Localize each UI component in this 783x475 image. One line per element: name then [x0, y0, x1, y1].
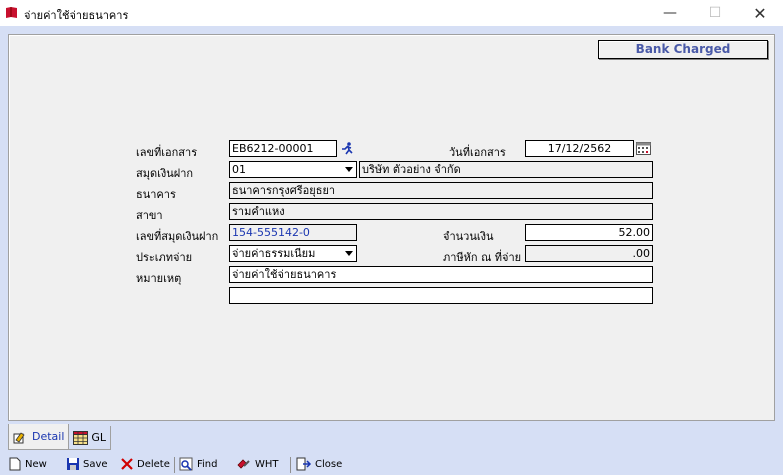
- delete-x-icon: [121, 458, 133, 470]
- passbook-value: 01: [232, 163, 246, 176]
- save-button[interactable]: Save: [66, 457, 108, 471]
- chevron-down-icon[interactable]: [342, 246, 356, 261]
- doc-no-input[interactable]: EB6212-00001: [229, 140, 337, 157]
- tab-gl[interactable]: GL: [68, 426, 112, 450]
- exit-door-icon: [296, 457, 312, 471]
- runner-lookup-icon[interactable]: [339, 140, 356, 157]
- branch-field: รามคำแหง: [229, 203, 653, 220]
- bank-field: ธนาคารกรุงศรีอยุธยา: [229, 182, 653, 199]
- branch-label: สาขา: [136, 209, 163, 222]
- tab-detail[interactable]: Detail: [8, 424, 70, 450]
- window-title: จ่ายค่าใช้จ่ายธนาคาร: [24, 9, 129, 22]
- pay-type-label: ประเภทจ่าย: [136, 251, 193, 264]
- pay-type-select[interactable]: จ่ายค่าธรรมเนียม: [229, 245, 357, 262]
- doc-date-input[interactable]: 17/12/2562: [525, 140, 634, 157]
- remark-input-line1[interactable]: จ่ายค่าใช้จ่ายธนาคาร: [229, 266, 653, 283]
- chevron-down-icon[interactable]: [342, 162, 356, 177]
- detail-icon: [13, 431, 25, 443]
- detail-panel: [8, 34, 775, 421]
- title-bar: จ่ายค่าใช้จ่ายธนาคาร — ☐ ✕: [0, 0, 783, 26]
- find-binoculars-icon: [179, 457, 193, 471]
- tab-bar: Detail GL: [8, 424, 112, 450]
- close-window-button[interactable]: ✕: [740, 0, 780, 26]
- amount-input[interactable]: 52.00: [525, 224, 653, 241]
- pay-type-value: จ่ายค่าธรรมเนียม: [232, 247, 316, 260]
- delete-label: Delete: [137, 458, 170, 470]
- find-button[interactable]: Find: [179, 457, 218, 471]
- wht-button[interactable]: WHT: [236, 457, 279, 471]
- save-disk-icon: [67, 458, 79, 470]
- toolbar-separator: [290, 457, 291, 473]
- doc-date-label: วันที่เอกสาร: [449, 146, 506, 159]
- maximize-button[interactable]: ☐: [695, 0, 735, 26]
- passbook-select[interactable]: 01: [229, 161, 357, 178]
- wht-field: .00: [525, 245, 653, 262]
- calendar-icon[interactable]: [635, 140, 652, 157]
- company-name-field: บริษัท ตัวอย่าง จำกัด: [359, 161, 653, 178]
- remark-input-line2[interactable]: [229, 287, 653, 304]
- find-label: Find: [197, 458, 218, 470]
- new-document-icon: [9, 457, 21, 471]
- close-button[interactable]: Close: [296, 457, 342, 471]
- passbook-label: สมุดเงินฝาก: [136, 167, 194, 180]
- new-button[interactable]: New: [8, 457, 47, 471]
- bank-label: ธนาคาร: [136, 188, 176, 201]
- bank-charged-badge: Bank Charged: [598, 40, 768, 59]
- grid-icon: [73, 430, 89, 445]
- minimize-button[interactable]: —: [650, 0, 690, 26]
- app-book-icon: [6, 7, 17, 18]
- tab-detail-label: Detail: [32, 430, 65, 443]
- tab-gl-label: GL: [91, 431, 107, 444]
- wht-label: ภาษีหัก ณ ที่จ่าย: [443, 251, 522, 264]
- wht-label-text: WHT: [255, 458, 279, 470]
- close-label: Close: [315, 458, 343, 470]
- account-no-field: 154-555142-0: [229, 224, 357, 241]
- toolbar-separator: [174, 457, 175, 473]
- amount-label: จำนวนเงิน: [443, 230, 494, 243]
- doc-no-label: เลขที่เอกสาร: [136, 146, 198, 159]
- save-label: Save: [83, 458, 108, 470]
- wht-tool-icon: [237, 459, 250, 469]
- remark-label: หมายเหตุ: [136, 272, 182, 285]
- delete-button[interactable]: Delete: [120, 457, 170, 471]
- account-no-label: เลขที่สมุดเงินฝาก: [136, 230, 219, 243]
- new-label: New: [25, 458, 47, 470]
